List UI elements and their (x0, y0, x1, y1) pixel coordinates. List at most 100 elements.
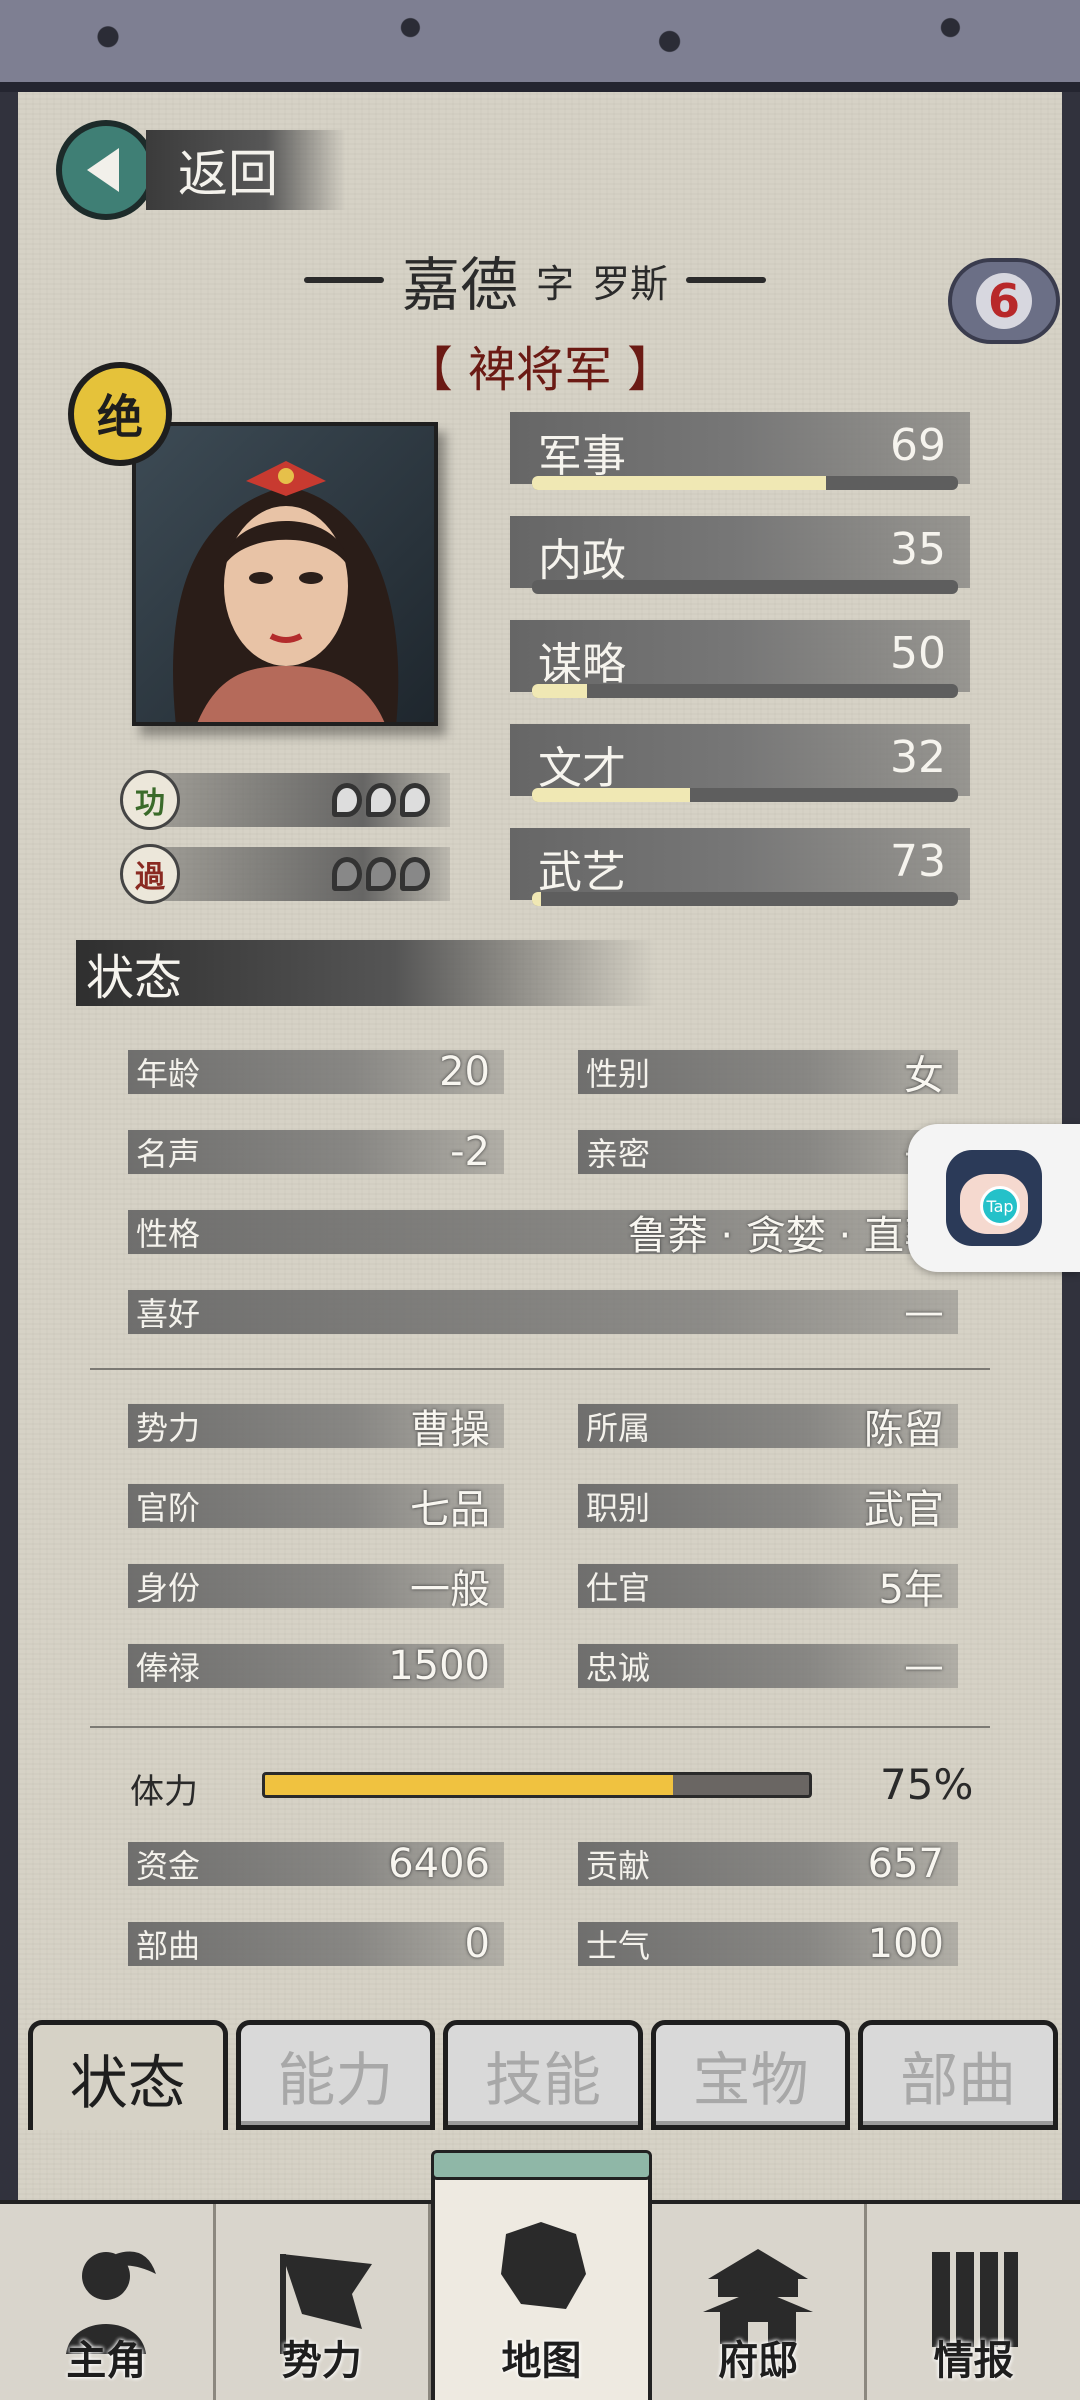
nav-mansion[interactable]: 府邸 (652, 2204, 868, 2400)
info-value: — (904, 1289, 944, 1335)
info-label: 亲密 (586, 1135, 651, 1173)
attribute-label: 文才 (538, 743, 626, 794)
info-value: 女 (904, 1053, 944, 1099)
info-job: 职别 武官 (578, 1484, 958, 1533)
merit-row: 功 (120, 768, 450, 832)
tab-troops[interactable]: 部曲 (858, 2020, 1058, 2130)
nav-faction[interactable]: 势力 (216, 2204, 432, 2400)
info-value: -2 (450, 1129, 490, 1175)
attribute-bar (532, 684, 958, 698)
attribute-bar (532, 788, 958, 802)
info-value: 一般 (410, 1567, 490, 1613)
attribute-strategy: 谋略 50 (510, 620, 970, 712)
info-troops: 部曲 0 (128, 1921, 504, 1967)
nav-map[interactable]: 地图 (431, 2150, 652, 2400)
character-title: 【 裨将军 】 (404, 342, 676, 398)
info-value: 0 (464, 1921, 490, 1967)
bottom-nav: 主角 势力 地图 府邸 情报 (0, 2150, 1080, 2400)
info-age: 年龄 20 (128, 1049, 504, 1095)
nav-intel[interactable]: 情报 (867, 2204, 1080, 2400)
info-label: 身份 (136, 1569, 201, 1607)
courtesy-prefix: 字 (535, 261, 574, 306)
merit-bar (160, 773, 450, 827)
left-ornament-icon (303, 277, 384, 283)
info-label: 职别 (586, 1489, 651, 1527)
attribute-label: 武艺 (538, 847, 626, 898)
attribute-value: 35 (890, 524, 946, 575)
tab-status[interactable]: 状态 (28, 2020, 228, 2130)
info-salary: 俸禄 1500 (128, 1643, 504, 1689)
portrait-image (136, 426, 434, 722)
info-rank: 官阶 七品 (128, 1484, 504, 1533)
character-name-row: 嘉德 字 罗斯 (230, 240, 840, 320)
left-frame (0, 92, 18, 2200)
divider (90, 1368, 990, 1370)
attribute-value: 69 (890, 420, 946, 471)
status-section-title: 状态 (76, 940, 656, 1006)
info-value: 1500 (388, 1643, 490, 1689)
fault-row: 過 (120, 842, 450, 906)
nav-protagonist[interactable]: 主角 (0, 2204, 216, 2400)
attribute-value: 73 (890, 836, 946, 887)
info-funds: 资金 6406 (128, 1841, 504, 1887)
attribute-label: 军事 (538, 431, 626, 482)
info-label: 资金 (136, 1847, 201, 1885)
info-value: 100 (867, 1921, 944, 1967)
attribute-bar (532, 580, 958, 594)
attribute-value: 50 (890, 628, 946, 679)
tap-badge: Tap (980, 1186, 1020, 1226)
info-label: 势力 (136, 1409, 201, 1447)
fault-badge: 過 (120, 844, 180, 904)
info-value: 6406 (388, 1841, 490, 1887)
nav-label: 势力 (281, 2338, 362, 2384)
stamina-bar (262, 1772, 812, 1798)
attribute-value: 32 (890, 732, 946, 783)
info-personality: 性格 鲁莽 · 贪婪 · 直率 (128, 1210, 958, 1259)
info-identity: 身份 一般 (128, 1564, 504, 1613)
cloud-badge[interactable]: 6 (948, 258, 1060, 344)
back-label: 返回 (146, 130, 346, 210)
info-label: 年龄 (136, 1055, 201, 1093)
info-label: 所属 (586, 1409, 651, 1447)
info-label: 性别 (586, 1055, 651, 1093)
back-button[interactable]: 返回 (56, 120, 346, 220)
fault-icon (332, 857, 362, 891)
info-value: 20 (439, 1049, 490, 1095)
grade-badge: 绝 (68, 362, 172, 466)
courtesy-name: 罗斯 (592, 261, 669, 306)
info-value: 七品 (410, 1487, 490, 1533)
tab-ability[interactable]: 能力 (235, 2020, 436, 2130)
info-value: 曹操 (410, 1407, 490, 1453)
cloud-badge-number: 6 (976, 273, 1032, 329)
attribute-bar (532, 892, 958, 906)
fault-bar (160, 847, 450, 901)
info-value: 鲁莽 · 贪婪 · 直率 (627, 1213, 944, 1259)
nav-label: 主角 (66, 2338, 147, 2384)
info-loyalty: 忠诚 — (578, 1643, 958, 1689)
attribute-military: 军事 69 (510, 412, 970, 504)
info-label: 贡献 (586, 1847, 651, 1885)
attribute-label: 谋略 (538, 639, 626, 690)
stamina-label: 体力 (130, 1772, 198, 1812)
attribute-bar (532, 476, 958, 490)
info-label: 官阶 (136, 1489, 201, 1527)
character-portrait[interactable] (132, 422, 438, 726)
top-decorative-band (0, 0, 1080, 92)
info-value: 陈留 (864, 1407, 944, 1453)
tab-skills[interactable]: 技能 (443, 2020, 643, 2130)
info-contribution: 贡献 657 (578, 1841, 958, 1887)
info-label: 喜好 (136, 1295, 201, 1333)
info-label: 俸禄 (136, 1649, 201, 1687)
info-service: 仕官 5年 (578, 1564, 958, 1613)
attribute-martial: 武艺 73 (510, 828, 970, 920)
info-belong: 所属 陈留 (578, 1404, 958, 1453)
info-label: 部曲 (136, 1927, 201, 1965)
merit-icon (366, 783, 396, 817)
attribute-literary: 文才 32 (510, 724, 970, 816)
back-arrow-icon (56, 120, 156, 220)
floating-tap-button[interactable]: Tap (908, 1124, 1080, 1272)
merit-icon (400, 783, 430, 817)
info-value: 657 (867, 1841, 944, 1887)
tab-treasure[interactable]: 宝物 (650, 2020, 851, 2130)
nav-label: 地图 (501, 2338, 582, 2384)
